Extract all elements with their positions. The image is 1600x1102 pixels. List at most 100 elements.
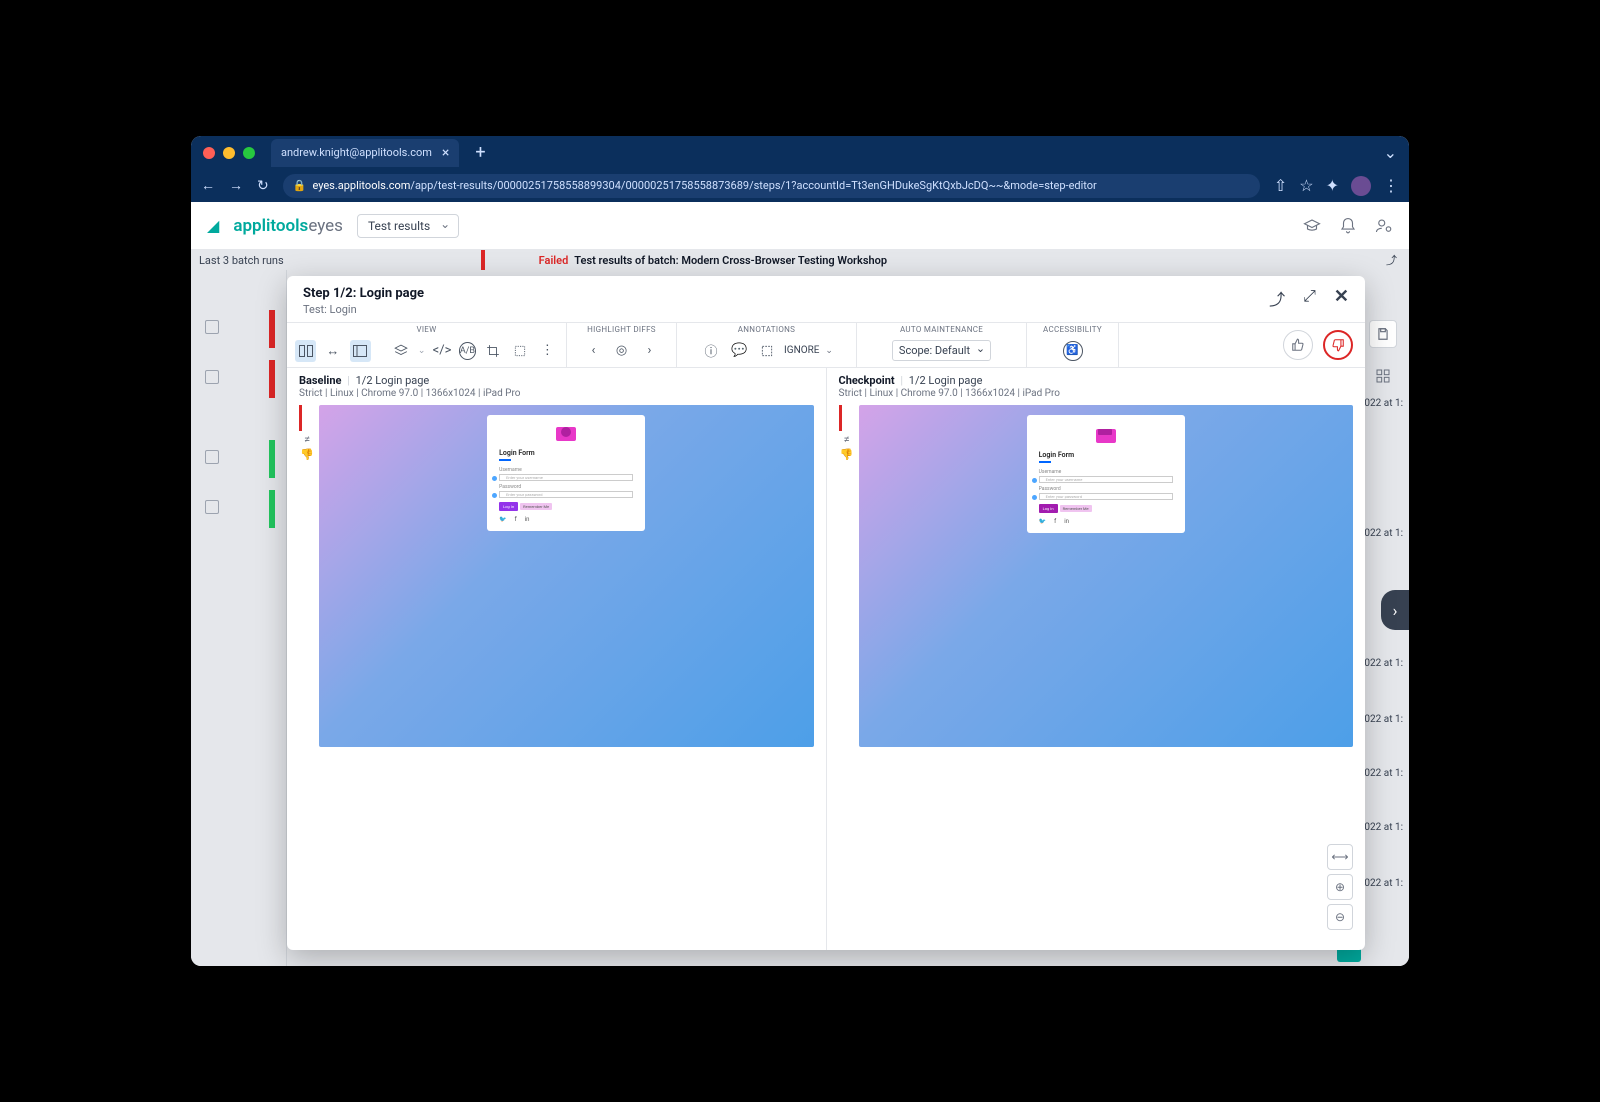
window-minimize[interactable] <box>223 147 235 159</box>
tabs-overflow-icon[interactable]: ⌄ <box>1384 143 1397 162</box>
step-editor-modal: Step 1/2: Login page Test: Login ⤴ ⤢ ✕ V… <box>287 276 1365 950</box>
more-icon[interactable]: ⋮ <box>537 340 558 362</box>
login-form-preview: Login Form Username Password Log In Reme… <box>487 415 645 531</box>
thumbs-down-icon[interactable]: 👎 <box>299 448 315 461</box>
timeline-label: 022 at 1: <box>1364 878 1403 889</box>
baseline-meta: Strict | Linux | Chrome 97.0 | 1366x1024… <box>299 388 814 399</box>
batch-title: Test results of batch: Modern Cross-Brow… <box>574 254 887 267</box>
logo-diff-highlight <box>1096 429 1116 443</box>
lock-icon: 🔒 <box>293 179 307 192</box>
overlay-icon[interactable] <box>350 340 371 362</box>
window-maximize[interactable] <box>243 147 255 159</box>
close-icon[interactable]: ✕ <box>1334 286 1349 310</box>
checkpoint-meta: Strict | Linux | Chrome 97.0 | 1366x1024… <box>839 388 1354 399</box>
zoom-in-button[interactable]: ⊕ <box>1327 874 1353 900</box>
swap-icon[interactable]: ↔ <box>322 340 343 362</box>
ab-compare-icon[interactable]: A/B <box>459 342 476 360</box>
password-input <box>499 491 633 498</box>
batch-status: Failed <box>539 254 569 267</box>
ignore-button[interactable]: IGNORE <box>784 345 819 356</box>
user-settings-icon[interactable] <box>1375 217 1393 235</box>
login-form-preview: Login Form Username Password Log In Reme… <box>1027 415 1185 533</box>
section-label: AUTO MAINTENANCE <box>865 325 1018 334</box>
save-button[interactable] <box>1369 320 1397 348</box>
modal-subtitle: Test: Login <box>303 303 424 316</box>
thumbs-up-button[interactable] <box>1283 330 1313 360</box>
fail-marker <box>269 310 275 348</box>
comment-icon[interactable]: 💬 <box>728 340 750 362</box>
batch-runs-label: Last 3 batch runs <box>199 254 284 267</box>
menu-icon[interactable]: ⋮ <box>1383 176 1399 195</box>
thumbs-down-button[interactable] <box>1323 330 1353 360</box>
code-icon[interactable]: </> <box>431 340 452 362</box>
status-divider <box>481 250 485 270</box>
zoom-controls: ⟷ ⊕ ⊖ <box>1327 844 1353 930</box>
url-host: eyes.applitools.com <box>312 179 410 192</box>
url-path: /app/test-results/00000251758558899304/0… <box>410 179 1096 192</box>
fail-marker <box>269 360 275 398</box>
share-icon[interactable]: ⤴ <box>1386 252 1397 268</box>
bookmark-icon[interactable]: ☆ <box>1299 176 1313 195</box>
education-icon[interactable] <box>1303 217 1321 235</box>
test-results-dropdown[interactable]: Test results <box>357 214 459 238</box>
tab-title: andrew.knight@applitools.com <box>281 146 432 159</box>
window-close[interactable] <box>203 147 215 159</box>
grid-view-icon[interactable] <box>1369 362 1397 390</box>
fit-width-button[interactable]: ⟷ <box>1327 844 1353 870</box>
target-icon[interactable] <box>509 340 530 362</box>
forward-button[interactable]: → <box>229 177 243 194</box>
diff-marker <box>839 405 842 431</box>
timeline-label: 022 at 1: <box>1364 822 1403 833</box>
share-icon[interactable]: ⤴ <box>1269 286 1285 310</box>
results-sidebar <box>191 270 287 966</box>
tab-close-icon[interactable]: × <box>442 145 449 161</box>
next-panel-button[interactable]: › <box>1381 590 1409 630</box>
checkbox[interactable] <box>205 500 219 514</box>
target-diff-icon[interactable]: ◎ <box>611 340 633 362</box>
login-button-diff: Log In <box>499 502 518 511</box>
pass-marker <box>269 490 275 528</box>
prev-diff-icon[interactable]: ‹ <box>583 340 605 362</box>
checkbox[interactable] <box>205 320 219 334</box>
not-equal-icon[interactable]: ≠ <box>299 433 315 446</box>
issue-icon[interactable]: ⓘ <box>700 340 722 362</box>
new-tab-button[interactable]: + <box>475 142 485 163</box>
baseline-pane: Baseline | 1/2 Login page Strict | Linux… <box>287 368 826 950</box>
back-button[interactable]: ← <box>201 177 215 194</box>
baseline-screenshot[interactable]: Login Form Username Password Log In Reme… <box>319 405 814 747</box>
reload-button[interactable]: ↻ <box>257 178 269 194</box>
profile-avatar[interactable] <box>1351 176 1371 196</box>
region-icon[interactable] <box>756 340 778 362</box>
thumbs-down-icon[interactable]: 👎 <box>839 448 855 461</box>
timeline-label: 022 at 1: <box>1364 528 1403 539</box>
checkbox[interactable] <box>205 370 219 384</box>
expand-icon[interactable]: ⤢ <box>1303 286 1316 310</box>
app-logo[interactable]: applitoolseyes <box>233 216 343 236</box>
not-equal-icon[interactable]: ≠ <box>839 433 855 446</box>
extensions-icon[interactable]: ✦ <box>1326 176 1339 195</box>
checkbox[interactable] <box>205 450 219 464</box>
tab-bar: andrew.knight@applitools.com × + ⌄ <box>191 136 1409 169</box>
scope-select[interactable]: Scope: Default <box>892 340 991 361</box>
url-bar[interactable]: 🔒 eyes.applitools.com/app/test-results/0… <box>283 174 1260 198</box>
layers-icon[interactable] <box>391 340 412 362</box>
browser-tab[interactable]: andrew.knight@applitools.com × <box>271 139 459 167</box>
editor-toolbar: VIEW ↔ ⌄ </> A/B ⋮ HIGHLIGHT DIFFS <box>287 322 1365 368</box>
next-diff-icon[interactable]: › <box>639 340 661 362</box>
username-input <box>499 474 633 481</box>
timeline-label: 022 at 1: <box>1364 714 1403 725</box>
checkpoint-screenshot[interactable]: Login Form Username Password Log In Reme… <box>859 405 1354 747</box>
browser-chrome: andrew.knight@applitools.com × + ⌄ ← → ↻… <box>191 136 1409 202</box>
nav-bar: ← → ↻ 🔒 eyes.applitools.com/app/test-res… <box>191 169 1409 202</box>
pass-marker <box>269 440 275 478</box>
share-icon[interactable]: ⇧ <box>1274 176 1287 195</box>
notifications-icon[interactable] <box>1339 217 1357 235</box>
side-by-side-icon[interactable] <box>295 340 316 362</box>
comparison-view: Baseline | 1/2 Login page Strict | Linux… <box>287 368 1365 950</box>
password-input <box>1039 493 1173 500</box>
accessibility-icon[interactable]: ♿ <box>1063 341 1083 361</box>
logo-diff-highlight <box>556 427 576 441</box>
modal-title: Step 1/2: Login page <box>303 286 424 301</box>
zoom-out-button[interactable]: ⊖ <box>1327 904 1353 930</box>
crop-icon[interactable] <box>482 340 503 362</box>
